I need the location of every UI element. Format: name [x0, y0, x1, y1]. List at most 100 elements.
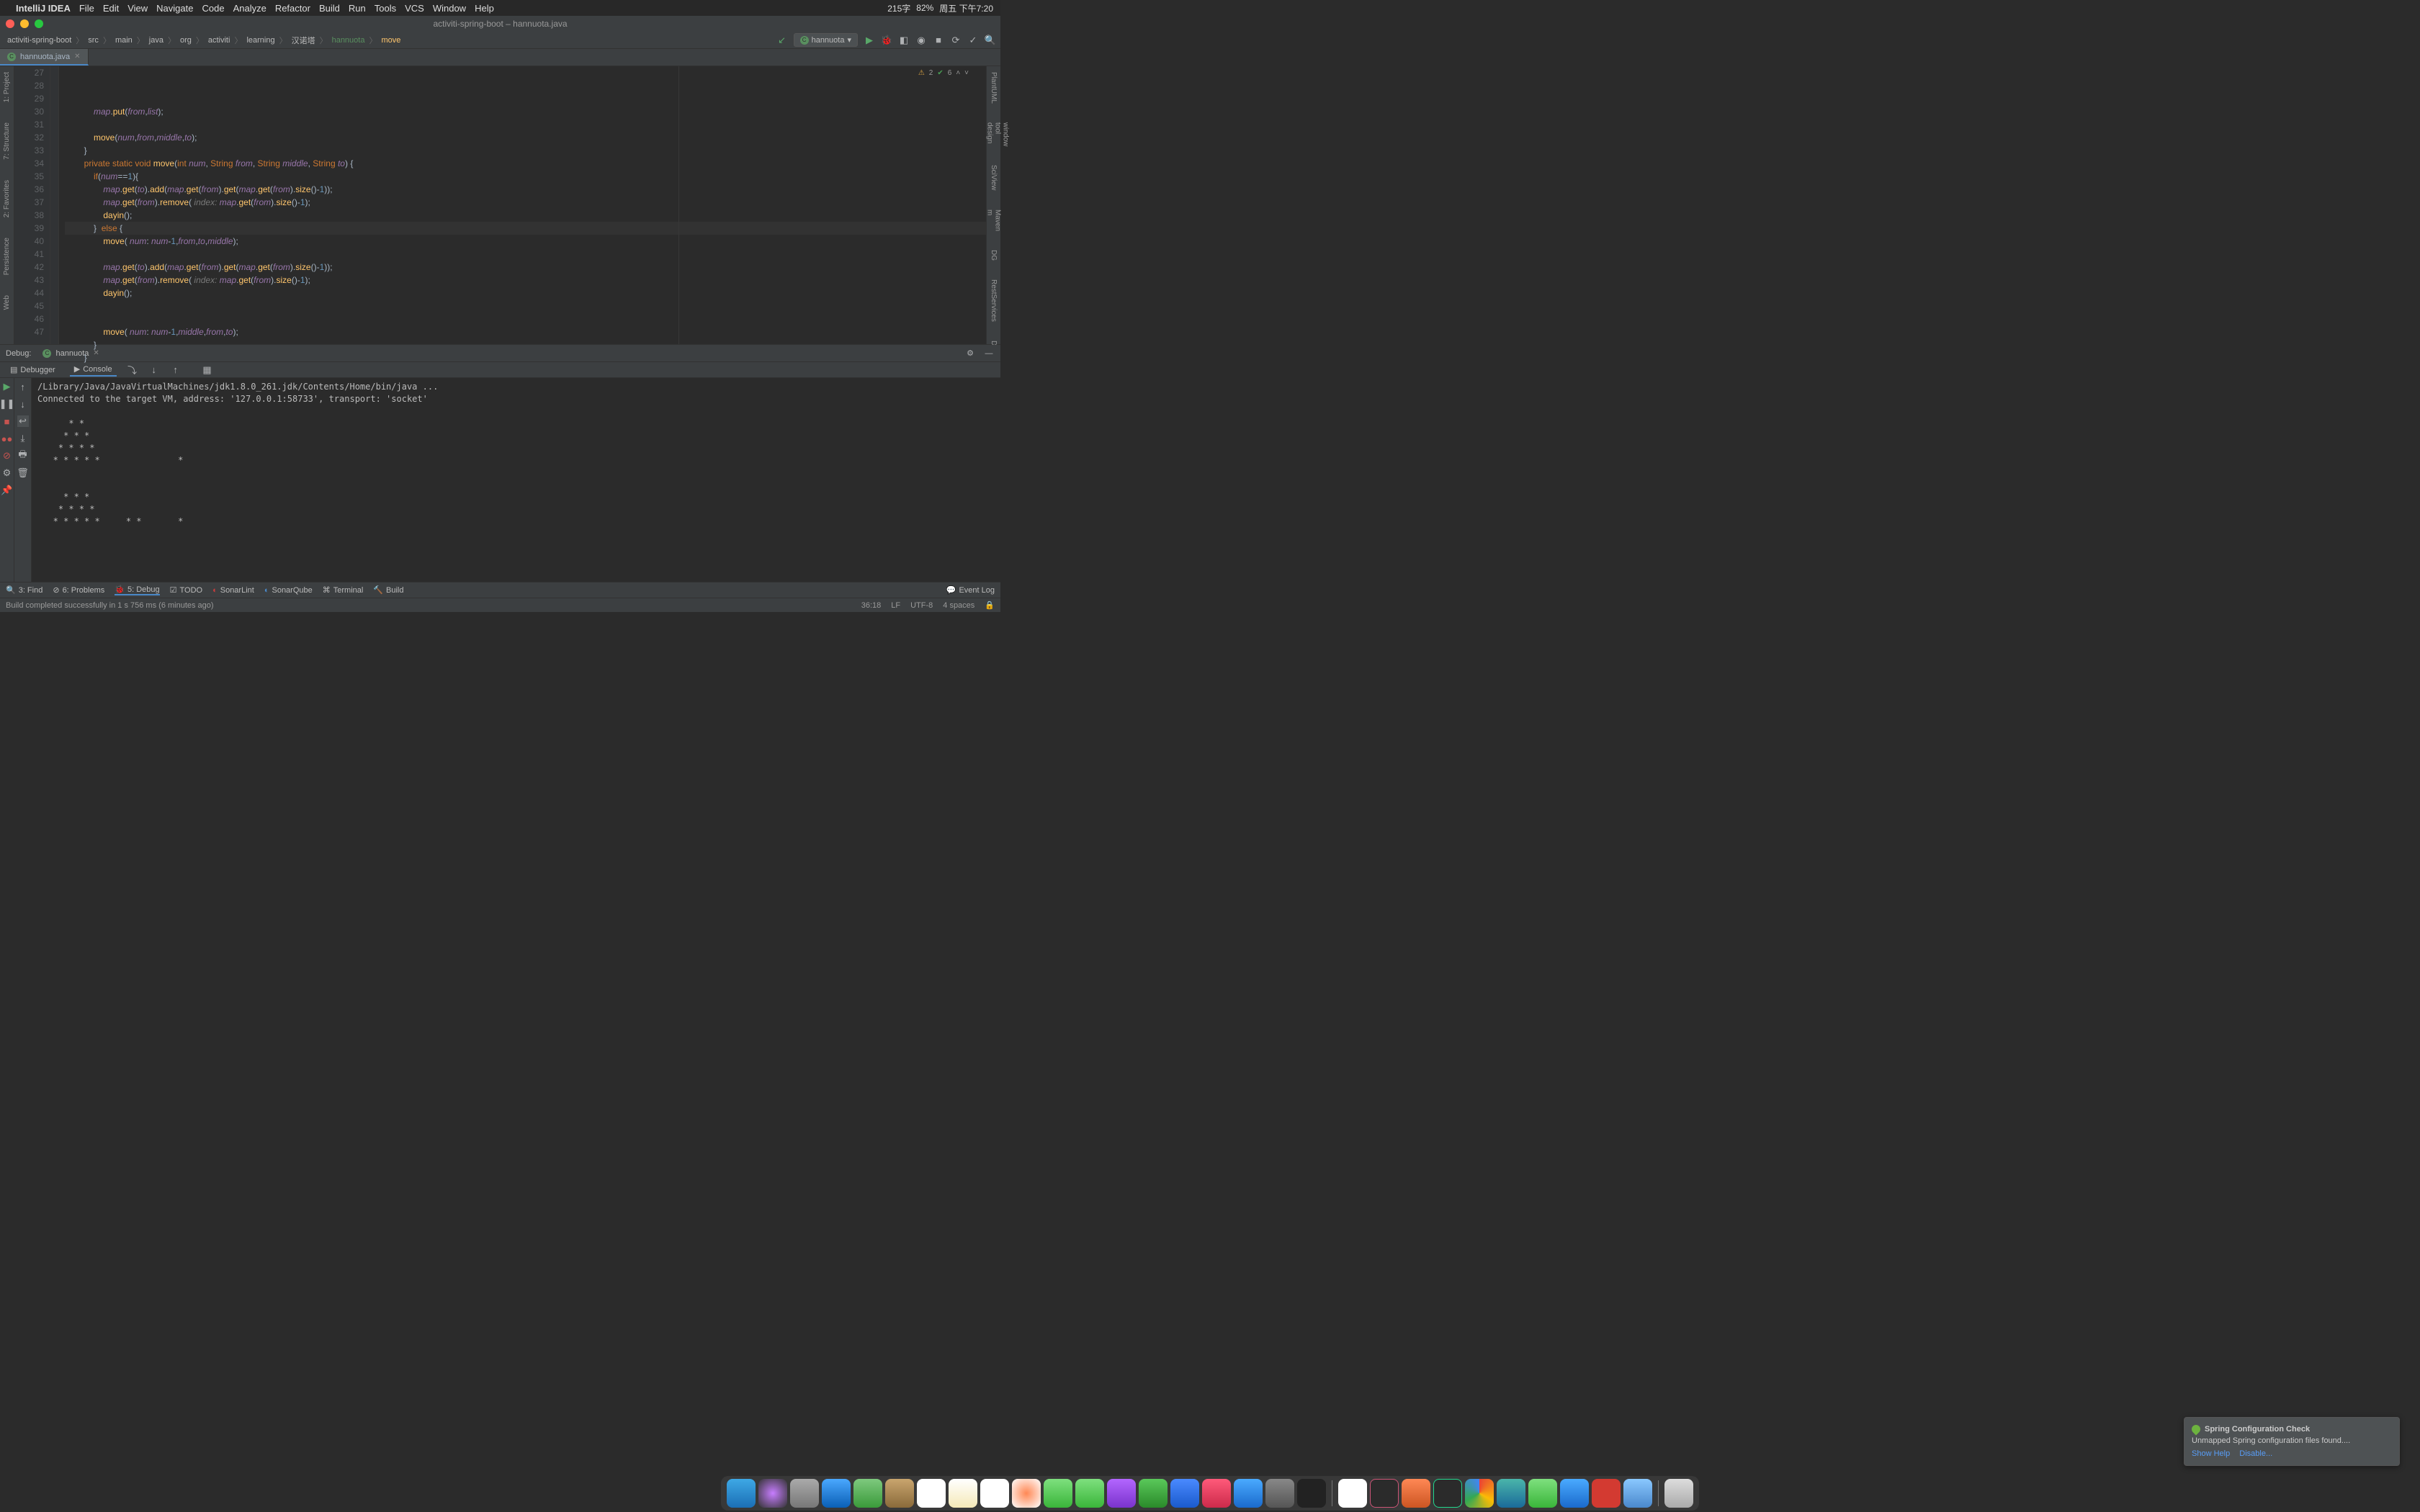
chevron-down-icon[interactable]: ˅	[964, 69, 969, 77]
dock-trash[interactable]	[1664, 1479, 1693, 1508]
app-name[interactable]: IntelliJ IDEA	[16, 3, 71, 14]
dock-numbers[interactable]	[1139, 1479, 1168, 1508]
menu-refactor[interactable]: Refactor	[275, 3, 310, 14]
line-number-gutter[interactable]: 2728293031323334353637383940414243444546…	[14, 66, 50, 344]
dock-chrome[interactable]	[1465, 1479, 1494, 1508]
indent-setting[interactable]: 4 spaces	[943, 601, 974, 610]
dock-edge[interactable]	[1497, 1479, 1525, 1508]
dock-folder[interactable]	[1623, 1479, 1652, 1508]
tool-sonarlint[interactable]: ◐SonarLint	[212, 586, 254, 595]
show-help-link[interactable]: Show Help	[2192, 1449, 2230, 1458]
status-battery[interactable]: 82%	[916, 3, 933, 13]
profile-button[interactable]: ◉	[915, 35, 927, 46]
menu-tools[interactable]: Tools	[375, 3, 396, 14]
tool-plantuml[interactable]: PlantUML	[990, 69, 998, 107]
dock-calendar[interactable]	[917, 1479, 946, 1508]
menu-navigate[interactable]: Navigate	[156, 3, 193, 14]
dock-terminal[interactable]	[1297, 1479, 1326, 1508]
dock-keynote[interactable]	[1170, 1479, 1199, 1508]
soft-wrap-icon[interactable]: ↩	[17, 415, 29, 427]
tool-problems[interactable]: ⊘6: Problems	[53, 585, 104, 595]
window-minimize-button[interactable]	[20, 19, 29, 28]
dock-maps[interactable]	[853, 1479, 882, 1508]
tool-persistence[interactable]: Persistence	[3, 235, 11, 278]
stop-button[interactable]: ■	[933, 35, 944, 46]
pin-icon[interactable]: 📌	[1, 485, 13, 496]
tool-find[interactable]: 🔍3: Find	[6, 585, 42, 595]
dock-messages[interactable]	[1044, 1479, 1072, 1508]
dock-contacts[interactable]	[885, 1479, 914, 1508]
breadcrumb[interactable]: activiti-spring-boot〉 src〉 main〉 java〉 o…	[4, 35, 403, 46]
rerun-icon[interactable]: ▶	[1, 381, 13, 392]
dock-intellij[interactable]	[1370, 1479, 1399, 1508]
event-log[interactable]: 💬Event Log	[946, 585, 995, 595]
dock-photos[interactable]	[1012, 1479, 1041, 1508]
code-area[interactable]: map.put(from,list); move(num,from,middle…	[59, 66, 986, 344]
view-breakpoints-icon[interactable]: ●●	[1, 433, 13, 444]
debugger-tab[interactable]: ▤ Debugger	[6, 364, 60, 376]
window-maximize-button[interactable]	[35, 19, 43, 28]
update-project-icon[interactable]: ⟳	[950, 35, 962, 46]
menu-window[interactable]: Window	[433, 3, 466, 14]
caret-position[interactable]: 36:18	[861, 601, 882, 610]
tool-debug[interactable]: 🐞5: Debug	[115, 585, 159, 595]
scroll-down-icon[interactable]: ↓	[17, 398, 29, 410]
code-editor[interactable]: 2728293031323334353637383940414243444546…	[14, 66, 986, 344]
tool-sciview[interactable]: SciView	[990, 162, 998, 193]
mute-breakpoints-icon[interactable]: ⊘	[1, 450, 13, 462]
commit-icon[interactable]: ✓	[967, 35, 979, 46]
file-encoding[interactable]: UTF-8	[910, 601, 933, 610]
menu-run[interactable]: Run	[349, 3, 366, 14]
dock-music[interactable]	[1202, 1479, 1231, 1508]
dock-safari[interactable]	[822, 1479, 851, 1508]
disable-link[interactable]: Disable...	[2239, 1449, 2272, 1458]
lock-icon[interactable]: 🔒	[985, 600, 995, 610]
pause-icon[interactable]: ❚❚	[1, 398, 13, 410]
dock-netease[interactable]	[1592, 1479, 1621, 1508]
tool-terminal[interactable]: ⌘Terminal	[323, 585, 364, 595]
tool-sonarqube[interactable]: ◐SonarQube	[264, 586, 313, 595]
print-icon[interactable]: 🖶	[17, 450, 29, 462]
menu-build[interactable]: Build	[319, 3, 340, 14]
dock-wechat[interactable]	[1528, 1479, 1557, 1508]
menu-analyze[interactable]: Analyze	[233, 3, 266, 14]
dock-settings[interactable]	[1265, 1479, 1294, 1508]
dock-typora[interactable]	[1338, 1479, 1367, 1508]
menu-file[interactable]: File	[79, 3, 94, 14]
dock-launchpad[interactable]	[790, 1479, 819, 1508]
console-output[interactable]: /Library/Java/JavaVirtualMachines/jdk1.8…	[32, 378, 1000, 582]
dock-podcasts[interactable]	[1107, 1479, 1136, 1508]
status-input[interactable]: 215字	[887, 2, 910, 14]
run-button[interactable]: ▶	[864, 35, 875, 46]
tool-favorites[interactable]: 2: Favorites	[3, 177, 11, 220]
menu-vcs[interactable]: VCS	[405, 3, 424, 14]
scroll-to-end-icon[interactable]: ⤓	[17, 433, 29, 444]
editor-tab-hannuota[interactable]: C hannuota.java ✕	[0, 49, 89, 66]
build-icon[interactable]: ↙	[776, 35, 788, 46]
close-tab-icon[interactable]: ✕	[74, 53, 80, 60]
menu-view[interactable]: View	[127, 3, 148, 14]
run-configuration-select[interactable]: C hannuota ▾	[794, 33, 858, 47]
window-close-button[interactable]	[6, 19, 14, 28]
menu-code[interactable]: Code	[202, 3, 224, 14]
dock-siri[interactable]	[758, 1479, 787, 1508]
dock-qq[interactable]	[1560, 1479, 1589, 1508]
tool-build[interactable]: 🔨Build	[373, 585, 403, 595]
dock-notes[interactable]	[949, 1479, 977, 1508]
coverage-button[interactable]: ◧	[898, 35, 910, 46]
dock-finder[interactable]	[727, 1479, 756, 1508]
settings-icon[interactable]: ⚙	[1, 467, 13, 479]
dock-facetime[interactable]	[1075, 1479, 1104, 1508]
inspections-indicator[interactable]: ⚠2 ✔6 ˄ ˅	[918, 69, 969, 77]
tool-datagrip[interactable]: DG	[990, 247, 998, 264]
stop-icon[interactable]: ■	[1, 415, 13, 427]
fold-gutter[interactable]	[50, 66, 59, 344]
dock-datagrip[interactable]	[1433, 1479, 1462, 1508]
tool-todo[interactable]: ☑TODO	[170, 585, 202, 595]
tool-web[interactable]: Web	[3, 292, 11, 312]
dock-reminders[interactable]	[980, 1479, 1009, 1508]
tool-structure[interactable]: 7: Structure	[3, 120, 11, 163]
dock-appstore[interactable]	[1234, 1479, 1263, 1508]
tool-rest[interactable]: RestServices	[990, 276, 998, 325]
status-clock[interactable]: 周五 下午7:20	[939, 2, 993, 14]
